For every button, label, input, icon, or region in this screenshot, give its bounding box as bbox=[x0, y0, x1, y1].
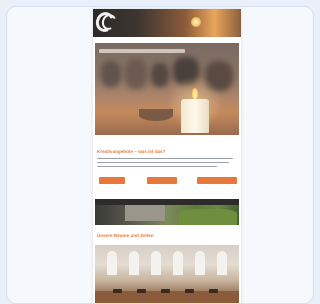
cta-button-1[interactable] bbox=[99, 177, 125, 184]
intro-heading: Kreativangebote – was ist das? bbox=[97, 149, 166, 154]
hall-image bbox=[95, 245, 239, 303]
section-heading: Unsere Räume und Zeiten bbox=[97, 233, 154, 238]
candle-flame bbox=[192, 88, 198, 99]
body-text-line bbox=[97, 162, 229, 164]
candle bbox=[181, 99, 209, 133]
hero-caption bbox=[99, 49, 185, 53]
garden-image bbox=[95, 199, 239, 225]
body-text-line bbox=[97, 158, 233, 160]
sun-glow bbox=[191, 17, 201, 27]
body-text-line bbox=[97, 166, 217, 168]
newsletter-header-banner bbox=[93, 9, 241, 37]
hero-image-candle bbox=[95, 43, 239, 135]
cta-button-2[interactable] bbox=[147, 177, 177, 184]
singing-bowl bbox=[139, 109, 173, 121]
newsletter-preview: Kreativangebote – was ist das? Unsere Rä… bbox=[93, 9, 241, 303]
cta-button-3[interactable] bbox=[197, 177, 237, 184]
preview-card: Kreativangebote – was ist das? Unsere Rä… bbox=[6, 6, 314, 304]
